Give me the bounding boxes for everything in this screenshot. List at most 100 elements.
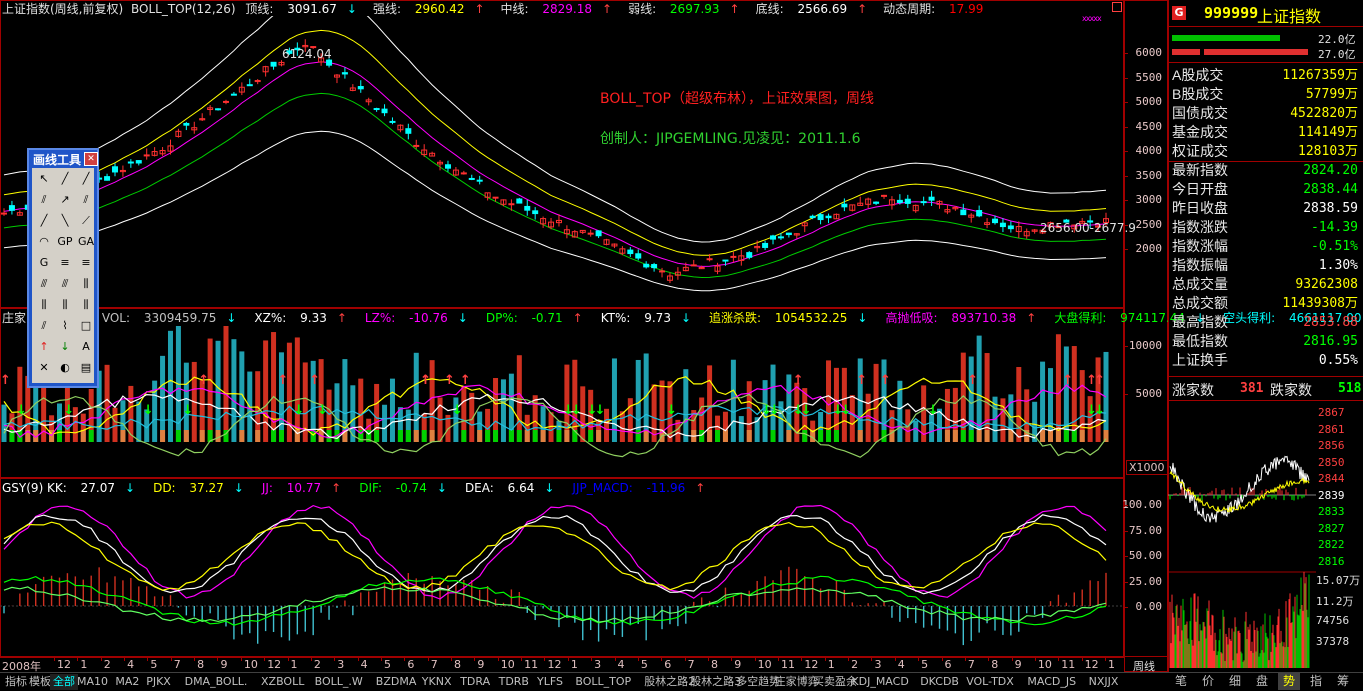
candle-body	[183, 122, 190, 126]
quote-row-label: 最新指数	[1172, 162, 1228, 178]
drawing-tool-button[interactable]: ↓	[55, 338, 75, 356]
sell-signal-icon: ↓	[143, 403, 154, 418]
drawing-tool-button[interactable]: GA	[76, 233, 96, 251]
intraday-volume-axis-label: 15.07万	[1316, 574, 1361, 587]
drawing-tool-button[interactable]: ⫼	[76, 275, 96, 293]
candle-body	[413, 144, 420, 147]
sell-volume-bar-a	[1172, 49, 1200, 55]
drawing-tool-button[interactable]: ⫽	[76, 191, 96, 209]
drawing-tool-button[interactable]: ╲	[55, 212, 75, 230]
date-tick-mark	[614, 657, 616, 661]
axis-tick-mark	[1124, 224, 1128, 226]
candle-body	[468, 177, 475, 180]
volume-sub-bar	[588, 430, 594, 442]
oscillator-header-value: 6.64	[503, 481, 535, 495]
candle-body	[595, 230, 602, 237]
toolbar-tab[interactable]: MA10	[74, 674, 111, 690]
intraday-tab[interactable]: 势	[1278, 672, 1300, 690]
drawing-tool-button[interactable]: ◐	[55, 359, 75, 377]
candle-body	[627, 249, 634, 255]
drawing-tool-button[interactable]: ⟋	[76, 212, 96, 230]
drawing-tool-button[interactable]: ⫽	[34, 317, 54, 335]
toolbar-tab[interactable]: MACD_JS	[1024, 674, 1079, 690]
axis-tick-label: 2000	[1135, 242, 1163, 255]
drawing-tool-button[interactable]: ╱	[55, 170, 75, 188]
volume-bar	[389, 378, 395, 442]
toolbar-tab[interactable]: BOLL_.W	[312, 674, 366, 690]
drawing-tool-button[interactable]: ╱	[76, 170, 96, 188]
intraday-tab[interactable]: 价	[1197, 672, 1219, 690]
volume-sub-bar	[564, 430, 570, 442]
candle-body	[746, 252, 753, 258]
toolbar-tab[interactable]: XZBOLL	[258, 674, 307, 690]
toolbar-tab[interactable]: YKNX	[419, 674, 455, 690]
drawing-tool-window[interactable]: 画线工具 ✕ ↖ ╱ ╱ ⫽ ↗ ⫽ ╱ ╲ ⟋ ◠ GP GA G ≡ ≡ ⫻ ⫻ ⫼ ⫼ ⫼ ⫼ ⫽ ⌇ □ ↑ ↓ A ✕ ◐ ▤	[27, 148, 99, 388]
toolbar-tab[interactable]: VOL-TDX	[963, 674, 1017, 690]
candle-body	[492, 196, 499, 199]
intraday-tab[interactable]: 盘	[1251, 672, 1273, 690]
date-tick-mark	[918, 657, 920, 661]
date-tick-mark	[334, 657, 336, 661]
drawing-tool-button[interactable]: ⫻	[34, 275, 54, 293]
drawing-tool-button[interactable]: ⌇	[55, 317, 75, 335]
date-tick-label: 10	[757, 658, 772, 671]
quote-row-label: 基金成交	[1172, 124, 1228, 140]
drawing-tool-button[interactable]: ↗	[55, 191, 75, 209]
drawing-tool-button[interactable]: □	[76, 317, 96, 335]
drawing-tool-button[interactable]: ⫼	[76, 296, 96, 314]
toolbar-tab[interactable]: DKCDB	[917, 674, 962, 690]
intraday-tab[interactable]: 筹	[1332, 672, 1354, 690]
quote-divider-3	[1168, 376, 1363, 377]
toolbar-tab[interactable]: TDRB	[496, 674, 532, 690]
drawing-tool-title[interactable]: 画线工具	[33, 151, 81, 168]
drawing-tool-button[interactable]: A	[76, 338, 96, 356]
toolbar-tab[interactable]: BOLL_TOP	[572, 674, 634, 690]
drawing-tool-button[interactable]: ⫽	[34, 191, 54, 209]
drawing-tool-button[interactable]: ⫻	[55, 275, 75, 293]
oscillator-header-label: GSY(9) KK:	[2, 481, 67, 495]
intraday-chart-svg[interactable]	[1168, 402, 1316, 670]
oscillator-line	[3, 504, 1107, 600]
drawing-tool-button[interactable]: ◠	[34, 233, 54, 251]
drawing-tool-button[interactable]: ≡	[76, 254, 96, 272]
axis-tick-label: 10000	[1128, 339, 1162, 352]
volume-sub-bar	[968, 430, 974, 442]
toolbar-tab[interactable]: KDJ_MACD	[848, 674, 911, 690]
drawing-tool-button[interactable]: GP	[55, 233, 75, 251]
window-close-icon[interactable]	[1112, 2, 1122, 12]
date-tick-label: 3	[337, 658, 345, 671]
toolbar-tab[interactable]: PJKX	[143, 674, 174, 690]
drawing-tool-button[interactable]: ↑	[34, 338, 54, 356]
drawing-tool-button[interactable]: G	[34, 254, 54, 272]
drawing-tool-button[interactable]: ▤	[76, 359, 96, 377]
volume-sub-bar	[485, 430, 491, 442]
toolbar-tab[interactable]: NXJJX	[1086, 674, 1122, 690]
date-tick-label: 12	[804, 658, 819, 671]
drawing-tool-button[interactable]: ↖	[34, 170, 54, 188]
volume-header-arrow-icon: ↓	[857, 311, 868, 325]
drawing-tool-button[interactable]: ⫼	[55, 296, 75, 314]
volume-bar	[730, 359, 736, 442]
drawing-tool-button[interactable]: ⫼	[34, 296, 54, 314]
quote-row: 基金成交 114149万	[1172, 123, 1362, 142]
intraday-tab[interactable]: 笔	[1170, 672, 1192, 690]
quote-row: 指数涨跌 -14.39	[1172, 218, 1362, 237]
candle-body	[230, 93, 237, 96]
toolbar-tab[interactable]: TDRA	[457, 674, 493, 690]
intraday-tab[interactable]: 细	[1224, 672, 1246, 690]
buy-signal-icon: ↑	[0, 373, 11, 388]
candle-body	[825, 215, 832, 219]
drawing-tool-button[interactable]: ≡	[55, 254, 75, 272]
intraday-tab[interactable]: 指	[1305, 672, 1327, 690]
toolbar-tab[interactable]: BZDMA	[373, 674, 420, 690]
toolbar-tab[interactable]: YLFS	[534, 674, 566, 690]
drawing-tool-button[interactable]: ╱	[34, 212, 54, 230]
quote-row-value: 128103万	[1298, 144, 1358, 159]
volume-bar	[104, 364, 110, 442]
toolbar-tab[interactable]: MA2	[112, 674, 142, 690]
drawing-tool-close-button[interactable]: ✕	[84, 152, 98, 166]
toolbar-tab[interactable]: DMA_BOLL.	[182, 674, 251, 690]
oscillator-header-arrow-icon: ↓	[436, 481, 447, 495]
date-axis: 2008年 12 1 2 4 5 7 8 9 10 12 1 2 3 4 5 6 7 8 9 10 11 12 1 3 4 5 6 7…	[0, 656, 1168, 673]
drawing-tool-button[interactable]: ✕	[34, 359, 54, 377]
